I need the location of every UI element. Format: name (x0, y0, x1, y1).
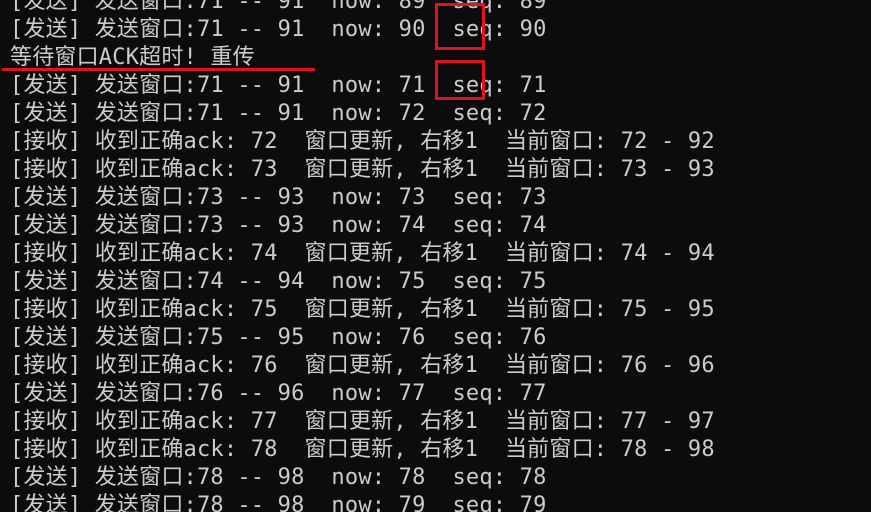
terminal-line: [发送] 发送窗口:75 -- 95 now: 76 seq: 76 (10, 325, 547, 350)
image-border (0, 512, 871, 516)
terminal-line: [发送] 发送窗口:71 -- 91 now: 71 seq: 71 (10, 73, 547, 98)
terminal-line: [接收] 收到正确ack: 74 窗口更新, 右移1 当前窗口: 74 - 94 (10, 241, 715, 266)
terminal-line: [接收] 收到正确ack: 76 窗口更新, 右移1 当前窗口: 76 - 96 (10, 353, 715, 378)
terminal-line: [发送] 发送窗口:73 -- 93 now: 73 seq: 73 (10, 185, 547, 210)
highlight-box-now-90 (435, 3, 485, 50)
terminal-line: [发送] 发送窗口:74 -- 94 now: 75 seq: 75 (10, 269, 547, 294)
terminal-line: [发送] 发送窗口:76 -- 96 now: 77 seq: 77 (10, 381, 547, 406)
terminal-line: [发送] 发送窗口:73 -- 93 now: 74 seq: 74 (10, 213, 547, 238)
terminal-line: [接收] 收到正确ack: 77 窗口更新, 右移1 当前窗口: 77 - 97 (10, 409, 715, 434)
terminal-line: [发送] 发送窗口:71 -- 91 now: 72 seq: 72 (10, 101, 547, 126)
terminal-line: [发送] 发送窗口:78 -- 98 now: 78 seq: 78 (10, 465, 547, 490)
terminal-line: [发送] 发送窗口:71 -- 91 now: 90 seq: 90 (10, 17, 547, 42)
terminal-line: [发送] 发送窗口:71 -- 91 now: 89 seq: 89 (10, 0, 547, 14)
terminal-output: [发送] 发送窗口:71 -- 91 now: 89 seq: 89 [发送] … (10, 0, 715, 516)
timeout-underline (2, 68, 315, 71)
highlight-box-now-71 (435, 60, 485, 100)
terminal-window: [发送] 发送窗口:71 -- 91 now: 89 seq: 89 [发送] … (0, 0, 871, 516)
terminal-line: [接收] 收到正确ack: 72 窗口更新, 右移1 当前窗口: 72 - 92 (10, 129, 715, 154)
terminal-line: [接收] 收到正确ack: 78 窗口更新, 右移1 当前窗口: 78 - 98 (10, 437, 715, 462)
terminal-line: [接收] 收到正确ack: 73 窗口更新, 右移1 当前窗口: 73 - 93 (10, 157, 715, 182)
terminal-line: [接收] 收到正确ack: 75 窗口更新, 右移1 当前窗口: 75 - 95 (10, 297, 715, 322)
